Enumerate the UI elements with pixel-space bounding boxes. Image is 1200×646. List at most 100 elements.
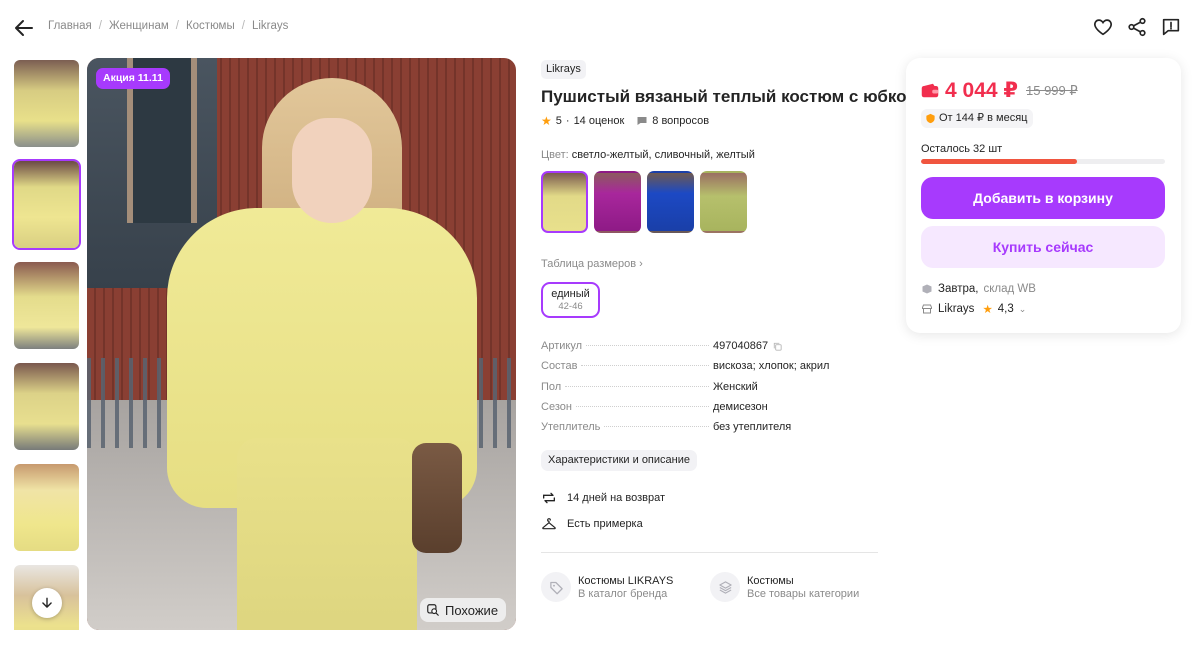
- size-table-link[interactable]: Таблица размеров ›: [541, 258, 643, 270]
- seller-info[interactable]: Likrays ★ 4,3 ⌄: [921, 302, 1026, 316]
- spec-key-cell: Состав: [541, 360, 713, 372]
- stock-label: Осталось 32 шт: [921, 143, 1003, 155]
- old-price: 15 999 ₽: [1026, 82, 1078, 98]
- thumbnail-strip: [12, 58, 81, 630]
- spec-leader: [581, 365, 709, 367]
- rating-separator: ·: [565, 115, 570, 127]
- breadcrumb-separator: /: [241, 20, 245, 32]
- thumbnail-active[interactable]: [12, 159, 81, 250]
- category-subtitle: Все товары категории: [747, 587, 860, 600]
- brand-catalog-link[interactable]: Костюмы LIKRAYS В каталог бренда: [541, 572, 673, 602]
- spec-row: Утеплитель без утеплителя: [541, 421, 841, 441]
- spec-value: без утеплителя: [713, 421, 792, 434]
- spec-value: вискоза; хлопок; акрил: [713, 360, 830, 373]
- buy-now-button[interactable]: Купить сейчас: [921, 226, 1165, 268]
- thumbnail[interactable]: [12, 260, 81, 351]
- layers-icon: [710, 572, 740, 602]
- star-icon: ★: [541, 114, 552, 128]
- spec-key-cell: Утеплитель: [541, 421, 713, 433]
- thumbnail-image: [14, 60, 79, 147]
- size-option-selected[interactable]: единый 42-46: [541, 282, 600, 318]
- installment-label: От 144 ₽ в месяц: [939, 112, 1028, 124]
- stock-progress-bar: [921, 159, 1165, 164]
- color-swatch-selected[interactable]: [541, 171, 588, 233]
- category-title: Костюмы: [747, 574, 794, 587]
- brand-catalog-text: Костюмы LIKRAYS В каталог бренда: [578, 575, 673, 600]
- wallet-icon: [921, 83, 939, 98]
- installment-badge[interactable]: От 144 ₽ в месяц: [921, 109, 1034, 128]
- tag-icon: [541, 572, 571, 602]
- delivery-warehouse: склад WB: [983, 283, 1036, 295]
- color-swatch[interactable]: [700, 171, 747, 233]
- reviews-count[interactable]: 14 оценок: [574, 115, 625, 127]
- spec-row: Состав вискоза; хлопок; акрил: [541, 360, 841, 380]
- questions-link[interactable]: 8 вопросов: [636, 115, 709, 127]
- spec-row: Пол Женский: [541, 381, 841, 401]
- brand-catalog-title: Костюмы LIKRAYS: [578, 574, 674, 587]
- thumbnail[interactable]: [12, 361, 81, 452]
- spec-key: Сезон: [541, 400, 572, 413]
- box-icon: [922, 284, 932, 294]
- delivery-info: Завтра, склад WB: [921, 283, 1036, 295]
- thumbnail-image: [14, 161, 79, 248]
- similar-button[interactable]: Похожие: [420, 598, 507, 622]
- spec-key: Артикул: [541, 340, 583, 352]
- rating-row: ★ 5 · 14 оценок 8 вопросов: [541, 114, 709, 128]
- spec-leader: [586, 345, 709, 346]
- thumbnail-image: [14, 262, 79, 349]
- chevron-down-icon: ⌄: [1018, 303, 1027, 314]
- color-label-key: Цвет:: [541, 149, 569, 161]
- hanger-icon: [542, 518, 556, 530]
- fitting-feature-label: Есть примерка: [567, 518, 643, 530]
- delivery-day: Завтра,: [938, 283, 979, 295]
- color-swatch[interactable]: [594, 171, 641, 233]
- buy-box: 4 044 ₽ 15 999 ₽ От 144 ₽ в месяц Остало…: [906, 58, 1181, 333]
- thumbnail[interactable]: [12, 58, 81, 149]
- similar-search-icon: [427, 604, 439, 616]
- store-icon: [922, 304, 932, 314]
- add-to-cart-button[interactable]: Добавить в корзину: [921, 177, 1165, 219]
- specs-table: Артикул 497040867 Состав вискоза; хлопок…: [541, 340, 841, 441]
- spec-key-cell: Сезон: [541, 401, 713, 413]
- spec-leader: [575, 405, 709, 407]
- thumbnail-image: [14, 464, 79, 551]
- return-arrows-icon: [543, 492, 555, 504]
- size-name: единый: [551, 288, 590, 300]
- photo-model: [412, 443, 462, 553]
- spec-value-cell: 497040867: [713, 340, 783, 352]
- breadcrumb-item[interactable]: Likrays: [252, 20, 288, 32]
- stock-progress-fill: [921, 159, 1078, 164]
- return-feature: 14 дней на возврат: [541, 490, 665, 506]
- breadcrumb-separator: /: [98, 20, 102, 32]
- heart-icon[interactable]: [1092, 16, 1114, 38]
- brand-link[interactable]: Likrays: [541, 60, 586, 79]
- star-icon: ★: [982, 304, 993, 316]
- thumbnails-scroll-down-button[interactable]: [32, 588, 62, 618]
- similar-label: Похожие: [445, 602, 499, 618]
- breadcrumb-item[interactable]: Костюмы: [186, 20, 235, 32]
- size-table-label: Таблица размеров: [541, 258, 637, 270]
- spec-key-cell: Пол: [541, 381, 713, 393]
- promo-badge: Акция 11.11: [96, 68, 170, 89]
- spec-row: Сезон демисезон: [541, 401, 841, 421]
- report-icon[interactable]: [1160, 16, 1182, 38]
- breadcrumb-item[interactable]: Главная: [48, 20, 92, 32]
- main-product-photo[interactable]: [87, 58, 516, 630]
- breadcrumb-separator: /: [175, 20, 179, 32]
- rating-value[interactable]: 5: [556, 115, 562, 127]
- characteristics-button[interactable]: Характеристики и описание: [541, 450, 697, 471]
- color-swatch[interactable]: [647, 171, 694, 233]
- spec-leader: [604, 426, 709, 428]
- copy-icon[interactable]: [772, 341, 783, 352]
- breadcrumb-item[interactable]: Женщинам: [109, 20, 169, 32]
- fitting-feature: Есть примерка: [541, 516, 643, 532]
- thumbnail-image: [14, 363, 79, 450]
- top-actions: [1092, 16, 1182, 38]
- spec-value: демисезон: [713, 400, 768, 413]
- share-icon[interactable]: [1126, 16, 1148, 38]
- chat-icon: [637, 117, 647, 125]
- thumbnail[interactable]: [12, 462, 81, 553]
- chevron-right-icon: ›: [639, 258, 643, 270]
- back-button[interactable]: [12, 16, 36, 40]
- category-link[interactable]: Костюмы Все товары категории: [710, 572, 859, 602]
